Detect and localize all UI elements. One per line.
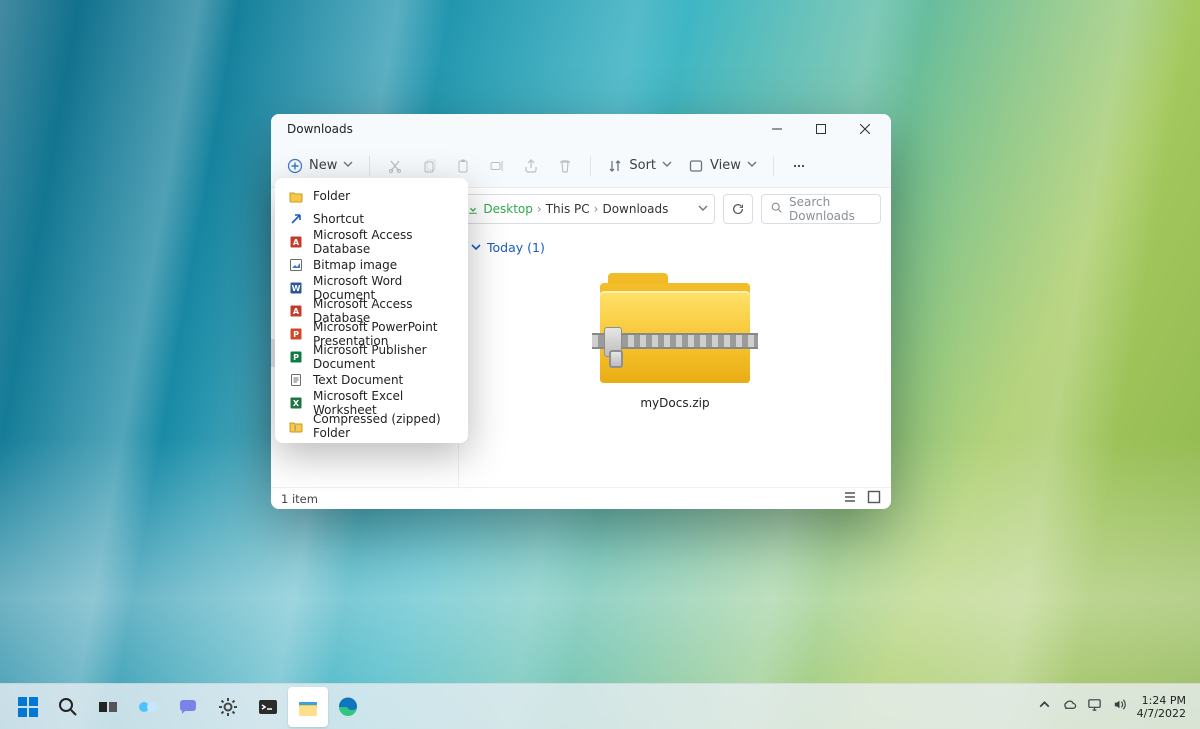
chevron-down-icon (747, 158, 757, 173)
taskbar-search[interactable] (48, 687, 88, 727)
taskbar-taskview[interactable] (88, 687, 128, 727)
group-header[interactable]: Today (1) (469, 236, 881, 259)
access-icon: A (289, 235, 303, 249)
maximize-button[interactable] (799, 114, 843, 144)
sort-button[interactable]: Sort (599, 149, 680, 183)
chevron-down-icon (662, 158, 672, 173)
taskbar-file-explorer[interactable] (288, 687, 328, 727)
search-input[interactable]: Search Downloads (761, 194, 881, 224)
taskbar: 1:24 PM 4/7/2022 (0, 683, 1200, 729)
taskbar-widgets[interactable] (128, 687, 168, 727)
minimize-button[interactable] (755, 114, 799, 144)
time: 1:24 PM (1137, 694, 1186, 707)
svg-text:P: P (293, 353, 299, 362)
menu-item-publisher[interactable]: P Microsoft Publisher Document (275, 345, 468, 368)
window-title: Downloads (287, 122, 353, 136)
crumb[interactable]: This PC (546, 202, 590, 216)
share-button[interactable] (514, 149, 548, 183)
file-item-zip[interactable]: myDocs.zip (595, 273, 755, 410)
chevron-down-icon (343, 158, 353, 173)
svg-text:A: A (293, 238, 300, 247)
chevron-down-icon[interactable] (698, 202, 708, 216)
chevron-right-icon: › (594, 202, 599, 216)
search-icon (770, 201, 783, 217)
titlebar[interactable]: Downloads (271, 114, 891, 144)
menu-item-folder[interactable]: Folder (275, 184, 468, 207)
zip-icon (289, 419, 303, 433)
svg-text:W: W (292, 284, 301, 293)
access-icon: A (289, 304, 303, 318)
new-context-menu: Folder Shortcut A Microsoft Access Datab… (275, 178, 468, 443)
taskbar-clock[interactable]: 1:24 PM 4/7/2022 (1137, 694, 1192, 720)
delete-button[interactable] (548, 149, 582, 183)
refresh-button[interactable] (723, 194, 753, 224)
volume-icon[interactable] (1112, 697, 1127, 716)
taskbar-chat[interactable] (168, 687, 208, 727)
onedrive-icon[interactable] (1062, 697, 1077, 716)
powerpoint-icon: P (289, 327, 303, 341)
shortcut-icon (289, 212, 303, 226)
publisher-icon: P (289, 350, 303, 364)
date: 4/7/2022 (1137, 707, 1186, 720)
taskbar-terminal[interactable] (248, 687, 288, 727)
folder-icon (289, 189, 303, 203)
file-label: myDocs.zip (640, 396, 709, 410)
rename-button[interactable] (480, 149, 514, 183)
excel-icon: X (289, 396, 303, 410)
view-button[interactable]: View (680, 149, 765, 183)
tray-overflow-icon[interactable] (1037, 697, 1052, 716)
start-button[interactable] (8, 687, 48, 727)
zip-folder-icon (600, 273, 750, 388)
svg-text:A: A (293, 307, 300, 316)
close-button[interactable] (843, 114, 887, 144)
chevron-right-icon: › (537, 202, 542, 216)
system-tray[interactable] (1037, 697, 1127, 716)
bitmap-icon (289, 258, 303, 272)
taskbar-settings[interactable] (208, 687, 248, 727)
details-view-icon[interactable] (843, 490, 857, 507)
item-count: 1 item (281, 492, 318, 506)
svg-text:P: P (293, 330, 299, 339)
status-bar: 1 item (271, 487, 891, 509)
network-icon[interactable] (1087, 697, 1102, 716)
large-icons-view-icon[interactable] (867, 490, 881, 507)
menu-item-access[interactable]: A Microsoft Access Database (275, 230, 468, 253)
search-placeholder: Search Downloads (789, 195, 872, 223)
taskbar-edge[interactable] (328, 687, 368, 727)
word-icon: W (289, 281, 303, 295)
svg-text:X: X (293, 399, 300, 408)
text-icon (289, 373, 303, 387)
content-pane[interactable]: Today (1) myDocs.zip (459, 230, 891, 487)
more-button[interactable] (782, 149, 816, 183)
crumb[interactable]: Desktop (467, 202, 533, 216)
crumb[interactable]: Downloads (602, 202, 668, 216)
chevron-down-icon (471, 240, 481, 255)
menu-item-compressed[interactable]: Compressed (zipped) Folder (275, 414, 468, 437)
